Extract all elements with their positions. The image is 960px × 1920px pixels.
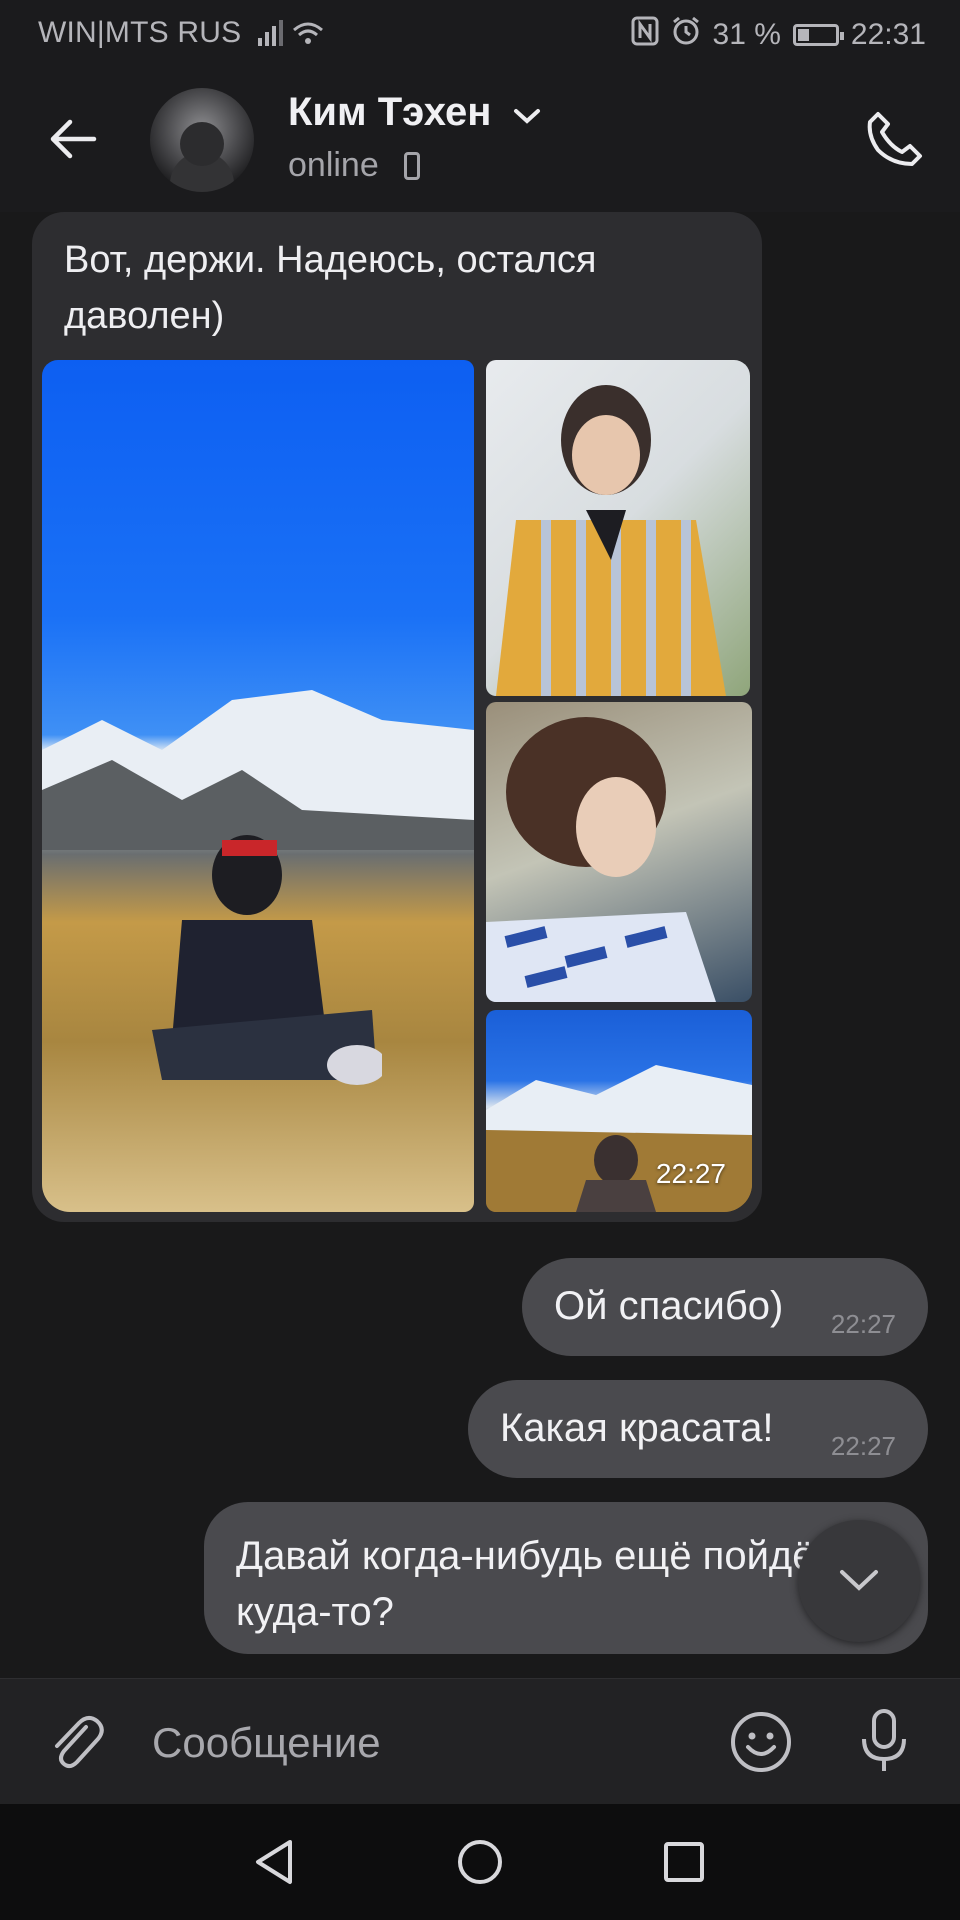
photo-profile-portrait[interactable]	[486, 702, 752, 1002]
incoming-message[interactable]: Вот, держи. Надеюсь, остался даволен) 22…	[32, 212, 762, 1222]
battery-fill	[797, 29, 810, 41]
nav-back-icon[interactable]	[252, 1838, 296, 1891]
incoming-message-text: Вот, держи. Надеюсь, остался даволен)	[64, 239, 597, 337]
status-bar: WIN|MTS RUS 31 % 22:31	[0, 0, 960, 66]
phone-call-icon[interactable]	[862, 106, 928, 172]
chevron-down-icon[interactable]	[512, 106, 542, 131]
system-nav-bar	[0, 1804, 960, 1920]
message-input[interactable]	[150, 1707, 694, 1779]
battery-percent: 31 %	[712, 18, 781, 51]
photo-mountain-back[interactable]: 22:27	[486, 1010, 752, 1212]
outgoing-message[interactable]: Какая красата! 22:27	[468, 1380, 928, 1478]
signal-wifi-icons	[256, 16, 326, 58]
message-text: Давай когда-нибудь ещё пойдём куда-то?	[236, 1534, 843, 1634]
photo-mountain-sitting[interactable]	[42, 360, 474, 1212]
emoji-icon[interactable]	[728, 1709, 794, 1780]
paperclip-icon[interactable]	[42, 1709, 108, 1780]
battery-icon	[792, 24, 844, 46]
message-composer	[0, 1678, 960, 1805]
photo-timestamp: 22:27	[655, 1158, 726, 1189]
message-time: 22:27	[830, 1431, 896, 1461]
chat-header: Ким Тэхен online	[0, 66, 960, 212]
message-text: Ой спасибо)	[554, 1284, 784, 1328]
microphone-icon[interactable]	[854, 1707, 914, 1782]
back-arrow-icon[interactable]	[44, 110, 102, 168]
alarm-icon	[671, 16, 701, 54]
contact-name[interactable]: Ким Тэхен	[288, 90, 491, 135]
nfc-icon	[631, 16, 659, 54]
carrier-label: WIN|MTS RUS	[38, 16, 242, 49]
clock: 22:31	[850, 18, 926, 51]
message-time: 22:27	[830, 1309, 896, 1339]
contact-status: online	[288, 146, 379, 184]
nav-recent-apps-icon[interactable]	[662, 1840, 706, 1889]
outgoing-message[interactable]: Ой спасибо) 22:27	[522, 1258, 928, 1356]
message-text: Какая красата!	[500, 1406, 774, 1450]
photo-striped-shirt[interactable]	[486, 360, 750, 696]
scroll-to-bottom-button[interactable]	[798, 1520, 920, 1642]
avatar[interactable]	[150, 88, 254, 192]
nav-home-icon[interactable]	[456, 1838, 504, 1891]
mobile-device-icon	[404, 152, 420, 180]
